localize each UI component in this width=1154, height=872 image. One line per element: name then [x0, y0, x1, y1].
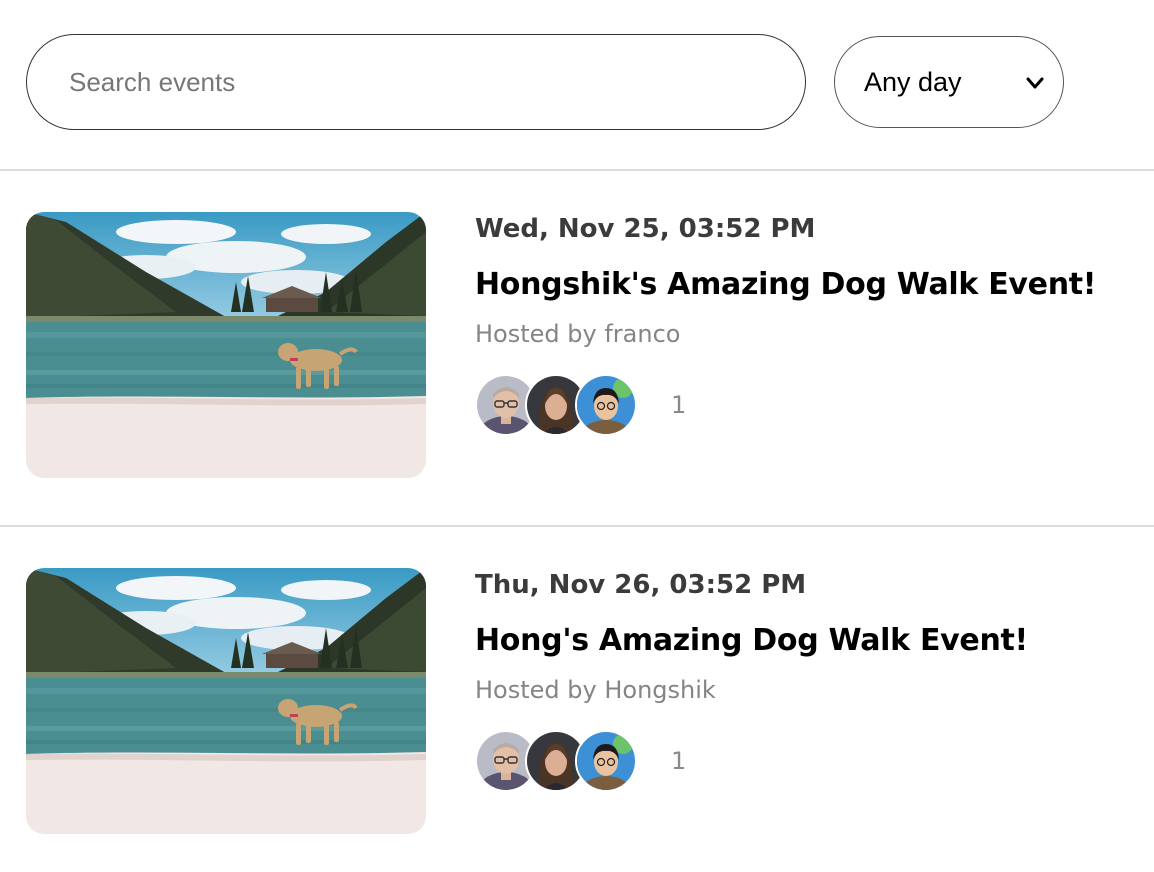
event-image[interactable] [26, 212, 426, 478]
event-date: Thu, Nov 26, 03:52 PM [475, 570, 807, 600]
event-title[interactable]: Hongshik's Amazing Dog Walk Event! [475, 266, 1135, 304]
attendee-list[interactable]: 1 [475, 730, 686, 792]
attendee-avatar[interactable] [575, 374, 637, 436]
event-host: Hosted by Hongshik [475, 676, 716, 704]
event-host: Hosted by franco [475, 320, 681, 348]
attendee-avatar[interactable] [575, 730, 637, 792]
attendee-list[interactable]: 1 [475, 374, 686, 436]
toolbar: Any day [0, 0, 1154, 171]
chevron-down-icon [1026, 77, 1044, 89]
search-box[interactable] [26, 34, 806, 130]
attendee-count: 1 [671, 747, 687, 775]
event-info: Thu, Nov 26, 03:52 PM Hong's Amazing Dog… [475, 568, 1135, 792]
event-info: Wed, Nov 25, 03:52 PM Hongshik's Amazing… [475, 212, 1135, 436]
day-filter-value: Any day [864, 66, 962, 97]
attendee-count: 1 [671, 391, 687, 419]
event-card[interactable]: Wed, Nov 25, 03:52 PM Hongshik's Amazing… [0, 171, 1154, 527]
event-image[interactable] [26, 568, 426, 834]
event-title[interactable]: Hong's Amazing Dog Walk Event! [475, 622, 1135, 660]
event-card[interactable]: Thu, Nov 26, 03:52 PM Hong's Amazing Dog… [0, 527, 1154, 872]
search-input[interactable] [69, 66, 805, 98]
event-date: Wed, Nov 25, 03:52 PM [475, 214, 816, 244]
day-filter-select[interactable]: Any day [834, 36, 1064, 128]
